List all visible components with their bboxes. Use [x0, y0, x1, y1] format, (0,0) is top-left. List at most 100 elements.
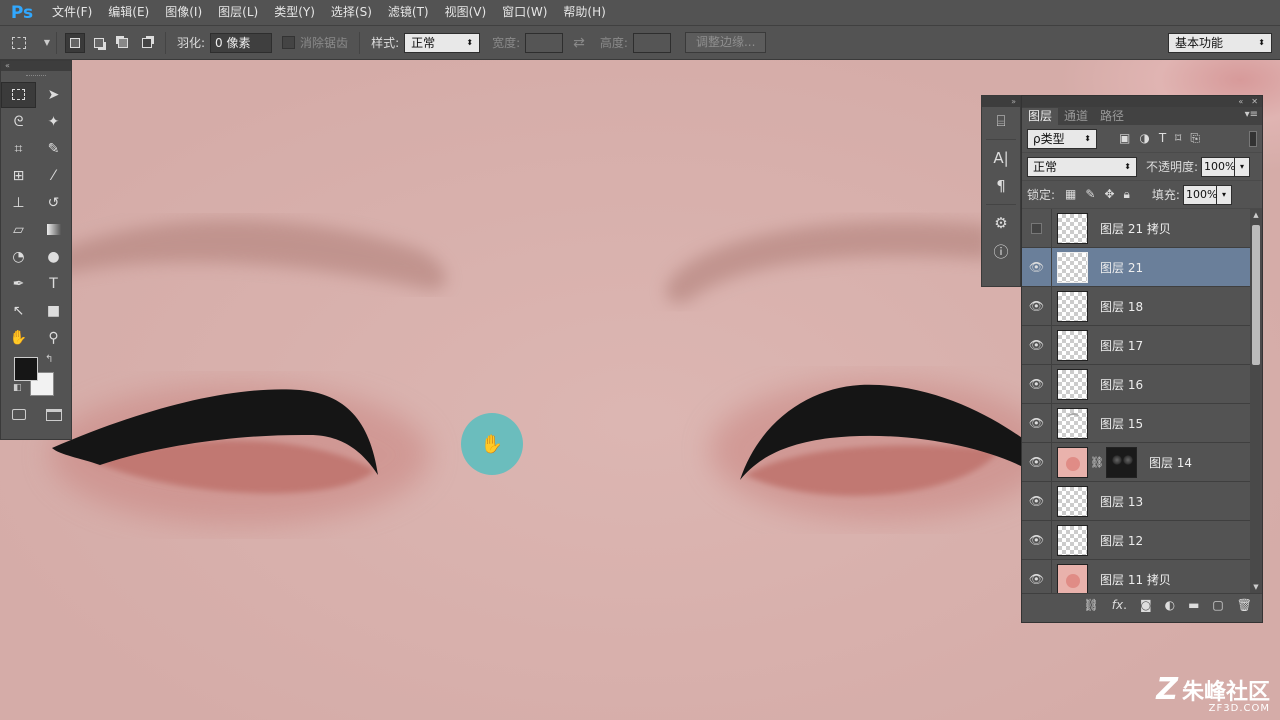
fill-dropdown-icon[interactable]: ▾ — [1216, 184, 1232, 205]
layer-row[interactable]: 👁︎ ⛓ 图层 14 — [1022, 442, 1262, 482]
lock-position-icon[interactable]: ✥ — [1104, 187, 1114, 202]
feather-input[interactable]: 0 像素 — [210, 32, 273, 53]
layer-filter-select[interactable]: ρ类型 ⬍ — [1027, 128, 1097, 149]
add-selection-button[interactable] — [89, 33, 109, 53]
layer-row[interactable]: 👁︎ 图层 11 拷贝 — [1022, 559, 1262, 593]
paragraph-panel-icon[interactable]: ¶ — [982, 172, 1020, 200]
filter-smartobject-icon[interactable]: ⎘ — [1190, 131, 1200, 146]
filter-pixel-icon[interactable]: ▣ — [1119, 131, 1130, 146]
type-tool[interactable]: T — [36, 271, 71, 297]
healing-brush-tool[interactable]: ⊞ — [1, 163, 36, 189]
scroll-down-icon[interactable]: ▼ — [1250, 581, 1262, 593]
antialias-checkbox[interactable] — [282, 36, 296, 49]
tab-paths[interactable]: 路径 — [1094, 108, 1130, 125]
layer-mask-thumbnail[interactable] — [1105, 446, 1137, 478]
path-selection-tool[interactable]: ↖ — [1, 298, 36, 324]
quick-mask-icon[interactable] — [1, 402, 36, 428]
magic-wand-tool[interactable]: ✦ — [36, 109, 71, 135]
layer-row[interactable]: 👁︎ 图层 17 — [1022, 325, 1262, 365]
scroll-up-icon[interactable]: ▲ — [1250, 209, 1262, 221]
refine-edge-button[interactable]: 调整边缘... — [684, 32, 767, 53]
layer-row[interactable]: 👁︎ 图层 15 — [1022, 403, 1262, 443]
tool-preset-picker[interactable]: ▼ — [12, 31, 50, 55]
style-select[interactable]: 正常 ⬍ — [404, 32, 481, 53]
zoom-tool[interactable]: ⚲ — [36, 325, 71, 351]
filter-adjustment-icon[interactable]: ◑ — [1139, 131, 1149, 146]
gradient-tool[interactable] — [36, 217, 71, 243]
blend-mode-select[interactable]: 正常 ⬍ — [1027, 156, 1137, 177]
tab-channels[interactable]: 通道 — [1058, 108, 1094, 125]
menu-item[interactable]: 选择(S) — [323, 0, 380, 25]
layer-row[interactable]: 👁︎ 图层 21 — [1022, 247, 1262, 287]
filter-shape-icon[interactable]: ⌑ — [1175, 131, 1181, 146]
panel-grip[interactable] — [1, 71, 71, 81]
visibility-eye-icon[interactable]: 👁︎ — [1022, 520, 1052, 560]
rect-marquee-tool[interactable] — [1, 81, 37, 108]
properties-panel-icon[interactable]: ⚙ — [982, 209, 1020, 237]
foreground-color-swatch[interactable] — [14, 357, 38, 381]
collapse-panel-icon[interactable]: « — [1238, 96, 1243, 107]
new-group-icon[interactable]: ▬ — [1188, 598, 1199, 612]
visibility-eye-icon[interactable]: 👁︎ — [1022, 364, 1052, 404]
expand-panels-icon[interactable]: » — [982, 96, 1020, 107]
opacity-dropdown-icon[interactable]: ▾ — [1235, 156, 1251, 177]
hand-tool[interactable]: ✋ — [1, 325, 36, 351]
adjustment-layer-icon[interactable]: ◐ — [1165, 598, 1175, 612]
lasso-tool[interactable]: ᘓ — [1, 109, 36, 135]
rectangle-shape-tool[interactable]: ■ — [36, 298, 71, 324]
swap-dimensions-icon[interactable]: ⇄ — [573, 35, 585, 51]
workspace-select[interactable]: 基本功能 ⬍ — [1168, 32, 1272, 53]
menu-item[interactable]: 帮助(H) — [555, 0, 613, 25]
visibility-off-box[interactable] — [1022, 209, 1052, 248]
visibility-eye-icon[interactable]: 👁︎ — [1022, 403, 1052, 443]
collapse-icon[interactable]: « — [1, 61, 71, 71]
filter-type-icon[interactable]: T — [1159, 131, 1166, 146]
width-input[interactable] — [525, 32, 564, 53]
move-tool[interactable]: ➤ — [36, 82, 71, 108]
pen-tool[interactable]: ✒ — [1, 271, 36, 297]
eraser-tool[interactable]: ▱ — [1, 217, 36, 243]
info-panel-icon[interactable]: ⓘ — [982, 237, 1020, 265]
tab-layers[interactable]: 图层 — [1022, 108, 1059, 125]
swap-colors-icon[interactable]: ↰ — [45, 354, 53, 365]
history-panel-icon[interactable]: ⌸ — [982, 107, 1020, 135]
lock-pixels-icon[interactable]: ✎ — [1085, 187, 1095, 202]
menu-item[interactable]: 图像(I) — [157, 0, 210, 25]
layer-row[interactable]: 图层 21 拷贝 — [1022, 209, 1262, 248]
fill-input[interactable]: 100% — [1182, 184, 1217, 205]
height-input[interactable] — [632, 32, 671, 53]
subtract-selection-button[interactable] — [113, 33, 133, 53]
menu-item[interactable]: 窗口(W) — [494, 0, 555, 25]
clone-stamp-tool[interactable]: ⊥ — [1, 190, 36, 216]
visibility-eye-icon[interactable]: 👁︎ — [1022, 247, 1052, 287]
blur-tool[interactable]: ◔ — [1, 244, 36, 270]
layer-row[interactable]: 👁︎ 图层 12 — [1022, 520, 1262, 560]
opacity-input[interactable]: 100% — [1201, 156, 1236, 177]
new-selection-button[interactable] — [65, 32, 85, 53]
link-layers-icon[interactable]: ⛓ — [1084, 598, 1099, 612]
layer-row[interactable]: 👁︎ 图层 16 — [1022, 364, 1262, 404]
mask-link-icon[interactable]: ⛓ — [1090, 456, 1104, 469]
menu-item[interactable]: 编辑(E) — [100, 0, 157, 25]
screen-mode-icon[interactable] — [36, 402, 71, 428]
visibility-eye-icon[interactable]: 👁︎ — [1022, 559, 1052, 593]
layer-row[interactable]: 👁︎ 图层 13 — [1022, 481, 1262, 521]
visibility-eye-icon[interactable]: 👁︎ — [1022, 325, 1052, 365]
menu-item[interactable]: 滤镜(T) — [380, 0, 437, 25]
character-panel-icon[interactable]: A| — [982, 144, 1020, 172]
filter-toggle[interactable] — [1249, 130, 1257, 147]
lock-transparent-icon[interactable]: ▦ — [1065, 187, 1076, 202]
brush-tool[interactable]: ⁄ — [36, 163, 71, 189]
visibility-eye-icon[interactable]: 👁︎ — [1022, 442, 1052, 482]
eyedropper-tool[interactable]: ✎ — [36, 136, 71, 162]
menu-item[interactable]: 类型(Y) — [266, 0, 323, 25]
intersect-selection-button[interactable] — [137, 33, 157, 53]
layers-scrollbar[interactable]: ▲ ▼ — [1250, 209, 1262, 593]
close-panel-icon[interactable]: ✕ — [1251, 96, 1258, 107]
dodge-tool[interactable]: ● — [36, 244, 71, 270]
panel-menu-icon[interactable]: ▾≡ — [1245, 109, 1258, 120]
layer-style-icon[interactable]: fx. — [1112, 598, 1127, 612]
history-brush-tool[interactable]: ↺ — [36, 190, 71, 216]
visibility-eye-icon[interactable]: 👁︎ — [1022, 286, 1052, 326]
visibility-eye-icon[interactable]: 👁︎ — [1022, 481, 1052, 521]
